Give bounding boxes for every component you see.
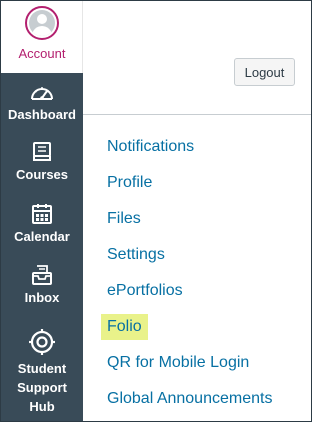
menu-link-qr-mobile-login[interactable]: QR for Mobile Login <box>101 350 255 376</box>
nav-label-dashboard: Dashboard <box>8 107 76 122</box>
nav-label-student-support-hub: Student Support Hub <box>1 359 83 416</box>
nav-item-courses[interactable]: Courses <box>1 141 83 183</box>
account-label: Account <box>18 46 66 61</box>
menu-link-notifications[interactable]: Notifications <box>101 134 200 160</box>
courses-icon <box>33 142 51 161</box>
app-frame: Account Dashboard Courses Calendar Inbox… <box>0 0 312 422</box>
logout-button[interactable]: Logout <box>234 58 295 86</box>
menu-link-folio[interactable]: Folio <box>101 314 148 340</box>
avatar-placeholder-icon <box>29 10 55 36</box>
nav-label-line: Student <box>17 361 67 376</box>
nav-label-calendar: Calendar <box>14 229 70 244</box>
nav-item-dashboard[interactable]: Dashboard <box>1 81 83 123</box>
help-icon <box>29 329 55 355</box>
menu-link-global-announcements[interactable]: Global Announcements <box>101 386 278 412</box>
menu-link-eportfolios[interactable]: ePortfolios <box>101 278 189 304</box>
global-nav: Account Dashboard Courses Calendar Inbox… <box>1 1 83 421</box>
menu-link-profile[interactable]: Profile <box>101 170 158 196</box>
nav-label-line: Hub <box>29 399 55 414</box>
nav-item-inbox[interactable]: Inbox <box>1 264 83 306</box>
divider <box>83 114 311 115</box>
nav-item-student-support-hub[interactable]: Student Support Hub <box>1 328 83 416</box>
nav-label-line: Support <box>17 380 67 395</box>
dashboard-icon <box>31 87 53 100</box>
nav-label-courses: Courses <box>15 167 69 182</box>
nav-item-calendar[interactable]: Calendar <box>1 203 83 245</box>
nav-account[interactable]: Account <box>1 1 83 73</box>
avatar[interactable] <box>25 6 59 40</box>
nav-label-inbox: Inbox <box>24 290 60 305</box>
inbox-icon <box>32 265 52 285</box>
calendar-icon <box>32 204 52 224</box>
menu-link-settings[interactable]: Settings <box>101 242 171 268</box>
menu-link-files[interactable]: Files <box>101 206 147 232</box>
